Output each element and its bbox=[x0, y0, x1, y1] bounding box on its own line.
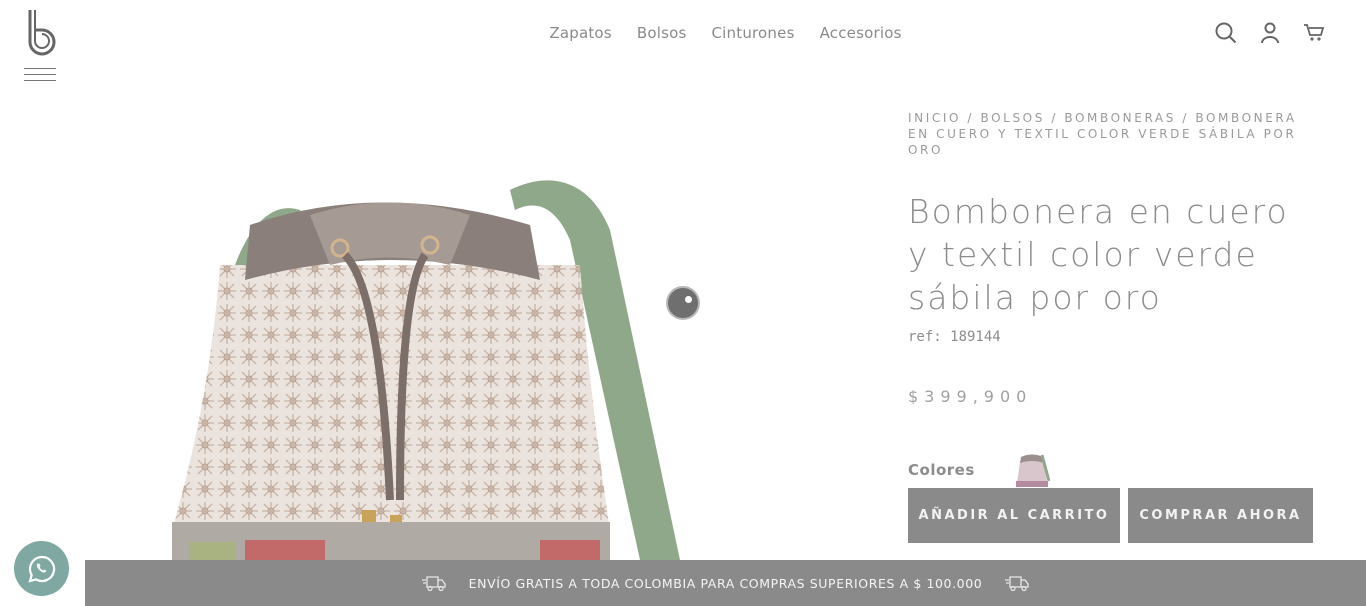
delivery-truck-icon bbox=[421, 576, 446, 592]
color-swatch-thumbnail[interactable] bbox=[1014, 451, 1051, 489]
hamburger-line bbox=[24, 80, 56, 81]
product-ref: ref: 189144 bbox=[908, 329, 1001, 345]
header-actions bbox=[1214, 20, 1326, 46]
hamburger-line bbox=[24, 74, 56, 75]
user-icon[interactable] bbox=[1258, 20, 1282, 46]
breadcrumb[interactable]: INICIO / BOLSOS / BOMBONERAS / BOMBONERA… bbox=[908, 110, 1318, 158]
nav-item-zapatos[interactable]: Zapatos bbox=[549, 24, 611, 42]
nav-item-accesorios[interactable]: Accesorios bbox=[820, 24, 902, 42]
free-shipping-banner: ENVÍO GRATIS A TODA COLOMBIA PARA COMPRA… bbox=[85, 560, 1366, 606]
bucket-bag-illustration bbox=[172, 180, 680, 560]
product-price: $399,900 bbox=[908, 387, 1033, 406]
hamburger-line bbox=[24, 68, 56, 69]
colors-label: Colores bbox=[908, 461, 975, 479]
add-to-cart-button[interactable]: AÑADIR AL CARRITO bbox=[908, 488, 1120, 543]
product-image[interactable] bbox=[150, 170, 710, 560]
hamburger-menu-button[interactable] bbox=[24, 68, 56, 84]
zoom-toggle-button[interactable] bbox=[666, 286, 700, 320]
product-info: INICIO / BOLSOS / BOMBONERAS / BOMBONERA… bbox=[908, 110, 1318, 490]
purchase-actions: AÑADIR AL CARRITO COMPRAR AHORA bbox=[908, 488, 1313, 543]
main-nav: Zapatos Bolsos Cinturones Accesorios bbox=[0, 24, 1366, 46]
delivery-truck-icon bbox=[1005, 576, 1029, 592]
colors-selector: Colores bbox=[908, 450, 1318, 490]
search-icon[interactable] bbox=[1214, 20, 1238, 46]
nav-item-cinturones[interactable]: Cinturones bbox=[711, 24, 794, 42]
product-title: Bombonera en cuero y textil color verde … bbox=[908, 192, 1289, 317]
whatsapp-chat-button[interactable] bbox=[14, 541, 69, 596]
buy-now-button[interactable]: COMPRAR AHORA bbox=[1128, 488, 1313, 543]
whatsapp-icon bbox=[27, 555, 55, 583]
cart-icon[interactable] bbox=[1302, 20, 1326, 46]
nav-item-bolsos[interactable]: Bolsos bbox=[637, 24, 687, 42]
free-shipping-text: ENVÍO GRATIS A TODA COLOMBIA PARA COMPRA… bbox=[468, 575, 983, 591]
